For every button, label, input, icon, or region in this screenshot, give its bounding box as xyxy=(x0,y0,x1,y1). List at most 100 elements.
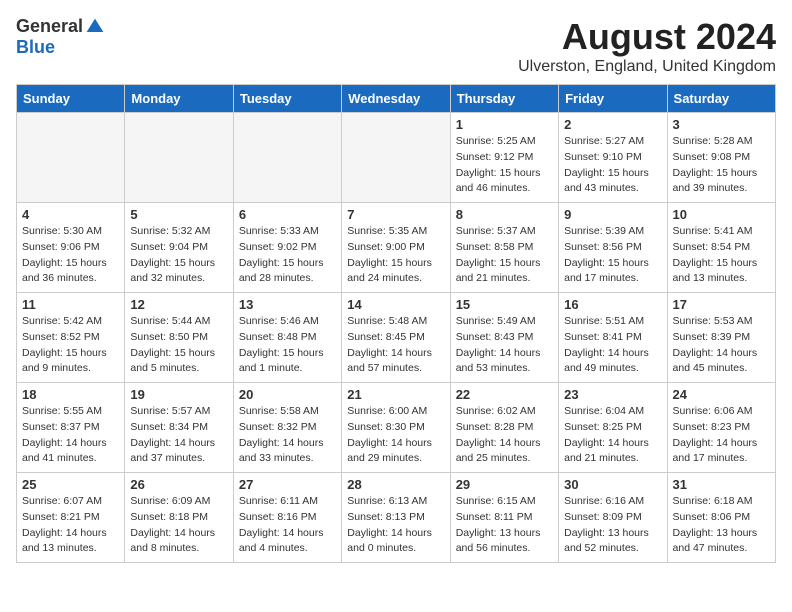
calendar-cell: 3 Sunrise: 5:28 AMSunset: 9:08 PMDaylight… xyxy=(667,113,775,203)
calendar-cell: 28 Sunrise: 6:13 AMSunset: 8:13 PMDayligh… xyxy=(342,473,450,563)
day-info: Sunrise: 5:48 AMSunset: 8:45 PMDaylight:… xyxy=(347,314,444,377)
day-number: 13 xyxy=(239,297,336,312)
calendar-week-1: 1Sunrise: 5:25 AMSunset: 9:12 PMDaylight… xyxy=(17,113,776,203)
day-info: Sunrise: 5:49 AMSunset: 8:43 PMDaylight:… xyxy=(456,314,553,377)
day-info: Sunrise: 6:07 AMSunset: 8:21 PMDaylight:… xyxy=(22,494,119,557)
weekday-header-thursday: Thursday xyxy=(450,85,558,113)
calendar-cell: 18 Sunrise: 5:55 AMSunset: 8:37 PMDayligh… xyxy=(17,383,125,473)
day-info: Sunrise: 5:33 AMSunset: 9:02 PMDaylight:… xyxy=(239,224,336,287)
calendar-cell xyxy=(125,113,233,203)
calendar-cell: 24Sunrise: 6:06 AMSunset: 8:23 PMDayligh… xyxy=(667,383,775,473)
weekday-header-saturday: Saturday xyxy=(667,85,775,113)
location-subtitle: Ulverston, England, United Kingdom xyxy=(518,58,776,76)
day-number: 26 xyxy=(130,477,227,492)
calendar-week-4: 18 Sunrise: 5:55 AMSunset: 8:37 PMDayligh… xyxy=(17,383,776,473)
day-info: Sunrise: 5:44 AMSunset: 8:50 PMDaylight:… xyxy=(130,314,227,377)
day-number: 10 xyxy=(673,207,770,222)
day-info: Sunrise: 6:04 AMSunset: 8:25 PMDaylight:… xyxy=(564,404,661,467)
calendar-cell: 22 Sunrise: 6:02 AMSunset: 8:28 PMDayligh… xyxy=(450,383,558,473)
weekday-header-monday: Monday xyxy=(125,85,233,113)
logo-blue-text: Blue xyxy=(16,37,55,58)
day-number: 5 xyxy=(130,207,227,222)
day-number: 19 xyxy=(130,387,227,402)
logo: General Blue xyxy=(16,16,105,58)
calendar-cell xyxy=(342,113,450,203)
day-number: 30 xyxy=(564,477,661,492)
calendar-cell: 30 Sunrise: 6:16 AMSunset: 8:09 PMDayligh… xyxy=(559,473,667,563)
calendar-cell: 5 Sunrise: 5:32 AMSunset: 9:04 PMDaylight… xyxy=(125,203,233,293)
day-number: 27 xyxy=(239,477,336,492)
day-number: 15 xyxy=(456,297,553,312)
month-year-title: August 2024 xyxy=(518,16,776,58)
day-number: 1 xyxy=(456,117,553,132)
day-number: 3 xyxy=(673,117,770,132)
day-info: Sunrise: 5:42 AMSunset: 8:52 PMDaylight:… xyxy=(22,314,119,377)
day-info: Sunrise: 6:06 AMSunset: 8:23 PMDaylight:… xyxy=(673,404,770,467)
day-info: Sunrise: 5:51 AMSunset: 8:41 PMDaylight:… xyxy=(564,314,661,377)
calendar-cell: 17 Sunrise: 5:53 AMSunset: 8:39 PMDayligh… xyxy=(667,293,775,383)
day-info: Sunrise: 6:09 AMSunset: 8:18 PMDaylight:… xyxy=(130,494,227,557)
logo-icon xyxy=(85,17,105,37)
weekday-header-tuesday: Tuesday xyxy=(233,85,341,113)
day-info: Sunrise: 6:13 AMSunset: 8:13 PMDaylight:… xyxy=(347,494,444,557)
logo-general-text: General xyxy=(16,16,83,37)
day-number: 18 xyxy=(22,387,119,402)
calendar-cell: 16 Sunrise: 5:51 AMSunset: 8:41 PMDayligh… xyxy=(559,293,667,383)
day-info: Sunrise: 5:58 AMSunset: 8:32 PMDaylight:… xyxy=(239,404,336,467)
day-info: Sunrise: 6:11 AMSunset: 8:16 PMDaylight:… xyxy=(239,494,336,557)
weekday-header-wednesday: Wednesday xyxy=(342,85,450,113)
calendar-cell: 7Sunrise: 5:35 AMSunset: 9:00 PMDaylight… xyxy=(342,203,450,293)
calendar-week-3: 11 Sunrise: 5:42 AMSunset: 8:52 PMDayligh… xyxy=(17,293,776,383)
weekday-header-sunday: Sunday xyxy=(17,85,125,113)
calendar-cell: 1Sunrise: 5:25 AMSunset: 9:12 PMDaylight… xyxy=(450,113,558,203)
calendar-cell: 20Sunrise: 5:58 AMSunset: 8:32 PMDayligh… xyxy=(233,383,341,473)
calendar-cell: 21Sunrise: 6:00 AMSunset: 8:30 PMDayligh… xyxy=(342,383,450,473)
calendar-cell: 23 Sunrise: 6:04 AMSunset: 8:25 PMDayligh… xyxy=(559,383,667,473)
calendar-cell: 15 Sunrise: 5:49 AMSunset: 8:43 PMDayligh… xyxy=(450,293,558,383)
calendar-cell xyxy=(233,113,341,203)
day-info: Sunrise: 5:55 AMSunset: 8:37 PMDaylight:… xyxy=(22,404,119,467)
calendar-table: SundayMondayTuesdayWednesdayThursdayFrid… xyxy=(16,84,776,563)
day-number: 17 xyxy=(673,297,770,312)
calendar-cell: 25 Sunrise: 6:07 AMSunset: 8:21 PMDayligh… xyxy=(17,473,125,563)
calendar-cell: 6 Sunrise: 5:33 AMSunset: 9:02 PMDaylight… xyxy=(233,203,341,293)
day-info: Sunrise: 5:27 AMSunset: 9:10 PMDaylight:… xyxy=(564,134,661,197)
day-info: Sunrise: 6:15 AMSunset: 8:11 PMDaylight:… xyxy=(456,494,553,557)
day-number: 16 xyxy=(564,297,661,312)
calendar-cell: 12Sunrise: 5:44 AMSunset: 8:50 PMDayligh… xyxy=(125,293,233,383)
day-info: Sunrise: 5:57 AMSunset: 8:34 PMDaylight:… xyxy=(130,404,227,467)
calendar-cell: 13 Sunrise: 5:46 AMSunset: 8:48 PMDayligh… xyxy=(233,293,341,383)
day-number: 11 xyxy=(22,297,119,312)
title-section: August 2024 Ulverston, England, United K… xyxy=(518,16,776,76)
day-info: Sunrise: 5:35 AMSunset: 9:00 PMDaylight:… xyxy=(347,224,444,287)
day-number: 9 xyxy=(564,207,661,222)
day-number: 25 xyxy=(22,477,119,492)
day-info: Sunrise: 5:39 AMSunset: 8:56 PMDaylight:… xyxy=(564,224,661,287)
calendar-week-5: 25 Sunrise: 6:07 AMSunset: 8:21 PMDayligh… xyxy=(17,473,776,563)
calendar-cell: 27 Sunrise: 6:11 AMSunset: 8:16 PMDayligh… xyxy=(233,473,341,563)
day-number: 29 xyxy=(456,477,553,492)
day-number: 28 xyxy=(347,477,444,492)
day-number: 22 xyxy=(456,387,553,402)
day-number: 6 xyxy=(239,207,336,222)
day-number: 31 xyxy=(673,477,770,492)
day-info: Sunrise: 5:37 AMSunset: 8:58 PMDaylight:… xyxy=(456,224,553,287)
weekday-header-friday: Friday xyxy=(559,85,667,113)
day-number: 23 xyxy=(564,387,661,402)
day-number: 8 xyxy=(456,207,553,222)
day-info: Sunrise: 5:32 AMSunset: 9:04 PMDaylight:… xyxy=(130,224,227,287)
calendar-cell: 8 Sunrise: 5:37 AMSunset: 8:58 PMDaylight… xyxy=(450,203,558,293)
day-number: 2 xyxy=(564,117,661,132)
day-number: 4 xyxy=(22,207,119,222)
day-info: Sunrise: 5:28 AMSunset: 9:08 PMDaylight:… xyxy=(673,134,770,197)
calendar-week-2: 4Sunrise: 5:30 AMSunset: 9:06 PMDaylight… xyxy=(17,203,776,293)
calendar-cell: 10 Sunrise: 5:41 AMSunset: 8:54 PMDayligh… xyxy=(667,203,775,293)
page-header: General Blue August 2024 Ulverston, Engl… xyxy=(16,16,776,76)
calendar-cell: 11 Sunrise: 5:42 AMSunset: 8:52 PMDayligh… xyxy=(17,293,125,383)
day-info: Sunrise: 6:02 AMSunset: 8:28 PMDaylight:… xyxy=(456,404,553,467)
day-info: Sunrise: 5:53 AMSunset: 8:39 PMDaylight:… xyxy=(673,314,770,377)
day-info: Sunrise: 5:46 AMSunset: 8:48 PMDaylight:… xyxy=(239,314,336,377)
day-info: Sunrise: 6:16 AMSunset: 8:09 PMDaylight:… xyxy=(564,494,661,557)
calendar-cell: 14Sunrise: 5:48 AMSunset: 8:45 PMDayligh… xyxy=(342,293,450,383)
day-info: Sunrise: 5:41 AMSunset: 8:54 PMDaylight:… xyxy=(673,224,770,287)
